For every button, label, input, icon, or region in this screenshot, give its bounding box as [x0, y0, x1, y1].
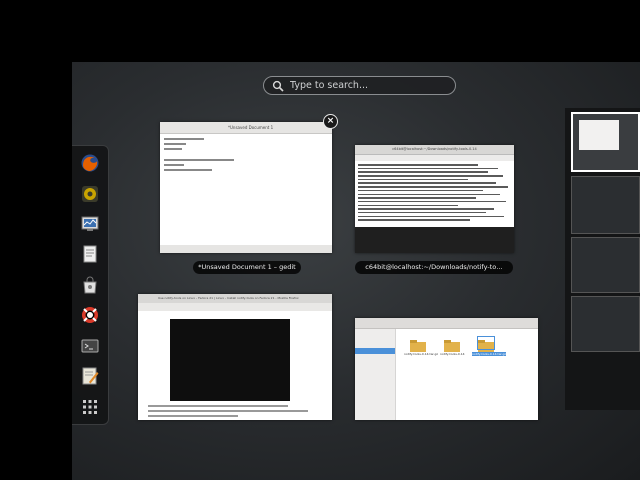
firefox-page: [138, 311, 332, 420]
terminal-window-thumbnail[interactable]: c64bit@localhost:~/Downloads/notify-tool…: [355, 145, 514, 253]
close-window-button[interactable]: ×: [323, 114, 338, 129]
workspace-1[interactable]: [571, 112, 640, 172]
rhythmbox-icon[interactable]: [80, 184, 100, 204]
gedit-text-area: [160, 134, 332, 245]
archive-icon: [410, 337, 426, 352]
search-icon: [272, 80, 284, 92]
top-panel-background: [0, 0, 640, 62]
file-label-selected: notify-tools-0.14.tar.gz: [472, 352, 506, 356]
firefox-icon[interactable]: [80, 153, 100, 173]
files-content: notify-tools-0.14.tar.gz notify-tools-0.…: [396, 329, 538, 420]
files-sidebar-selected: [355, 348, 395, 354]
workspace-3[interactable]: [571, 237, 640, 293]
terminal-output: [355, 161, 514, 253]
terminal-titlebar: c64bit@localhost:~/Downloads/notify-tool…: [355, 145, 514, 155]
terminal-dark-region: [355, 227, 514, 253]
show-applications-icon[interactable]: [80, 397, 100, 417]
left-background: [0, 62, 72, 480]
files-window-thumbnail[interactable]: notify-tools-0.14.tar.gz notify-tools-0.…: [355, 318, 538, 420]
text-editor-icon[interactable]: [80, 244, 100, 264]
gedit-toolbar: *Unsaved Document 1: [160, 122, 332, 134]
firefox-titlebar: Use notify-tools on Linux - Fedora 21 | …: [138, 294, 332, 303]
dash: [72, 145, 109, 425]
workspace-4[interactable]: [571, 296, 640, 352]
software-center-icon[interactable]: [80, 275, 100, 295]
help-icon[interactable]: [80, 305, 100, 325]
system-monitor-icon[interactable]: [80, 214, 100, 234]
gedit-tab-title: *Unsaved Document 1: [228, 125, 274, 130]
file-label: notify-tools-0.14.tar.gz: [404, 352, 438, 356]
files-toolbar: [355, 318, 538, 329]
file-label: notify-tools-0.14: [440, 352, 465, 356]
gedit-icon[interactable]: [80, 366, 100, 386]
search-box[interactable]: [263, 76, 456, 95]
terminal-icon[interactable]: [80, 336, 100, 356]
archive-icon: [477, 336, 495, 352]
gedit-window-thumbnail[interactable]: *Unsaved Document 1: [160, 122, 332, 253]
gedit-statusbar: [160, 245, 332, 253]
search-input[interactable]: [290, 80, 440, 91]
firefox-window-thumbnail[interactable]: Use notify-tools on Linux - Fedora 21 | …: [138, 294, 332, 420]
webpage-terminal-image: [170, 319, 290, 401]
files-sidebar: [355, 329, 396, 420]
folder-icon: [444, 337, 460, 352]
workspace-2[interactable]: [571, 176, 640, 234]
gedit-window-caption[interactable]: *Unsaved Document 1 – gedit: [193, 261, 301, 274]
terminal-window-caption[interactable]: c64bit@localhost:~/Downloads/notify-to…: [355, 261, 513, 274]
